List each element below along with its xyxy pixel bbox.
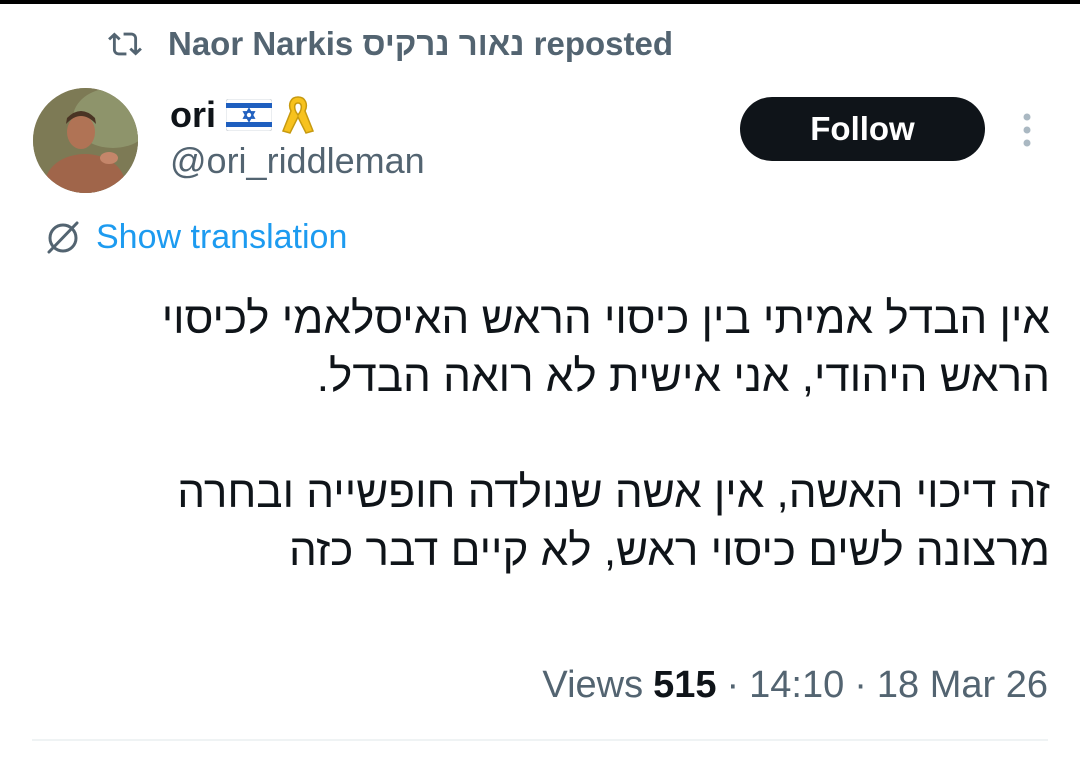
tweet-paragraph: זה דיכוי האשה, אין אשה שנולדה חופשייה וב… xyxy=(177,468,1050,575)
avatar[interactable] xyxy=(33,88,138,193)
meta-separator: · xyxy=(726,663,740,706)
author-display-name[interactable]: ori xyxy=(170,94,216,136)
tweet-meta: Views 515 · 14:10 · 18 Mar 26 xyxy=(542,660,1048,710)
reposter-name[interactable]: Naor Narkis נאור נרקיס xyxy=(168,25,524,62)
tweet-text: אין הבדל אמיתי בין כיסוי הראש האיסלאמי ל… xyxy=(40,290,1050,580)
translate-globe-icon xyxy=(44,218,82,256)
repost-context: Naor Narkis נאור נרקיס reposted xyxy=(108,22,673,66)
follow-button[interactable]: Follow xyxy=(740,97,985,161)
tweet-time[interactable]: 14:10 xyxy=(749,664,844,707)
author-handle[interactable]: @ori_riddleman xyxy=(170,140,425,182)
tweet-paragraph: אין הבדל אמיתי בין כיסוי הראש האיסלאמי ל… xyxy=(161,294,1050,401)
views-label: Views xyxy=(542,663,644,706)
repost-icon xyxy=(108,27,142,61)
tweet-date[interactable]: 18 Mar 26 xyxy=(877,664,1048,707)
show-translation-link[interactable]: Show translation xyxy=(44,214,347,260)
israel-flag-icon xyxy=(226,99,273,131)
more-options-icon[interactable] xyxy=(1012,108,1042,152)
show-translation-label[interactable]: Show translation xyxy=(96,218,347,257)
author-name-row: ori xyxy=(170,92,324,138)
top-edge-strip xyxy=(0,0,1080,4)
divider xyxy=(32,739,1048,741)
reposted-label: reposted xyxy=(533,25,674,62)
repost-text[interactable]: Naor Narkis נאור נרקיס reposted xyxy=(168,25,673,63)
views-count[interactable]: 515 xyxy=(653,664,716,707)
yellow-ribbon-icon xyxy=(280,93,316,137)
meta-separator: · xyxy=(854,663,867,706)
